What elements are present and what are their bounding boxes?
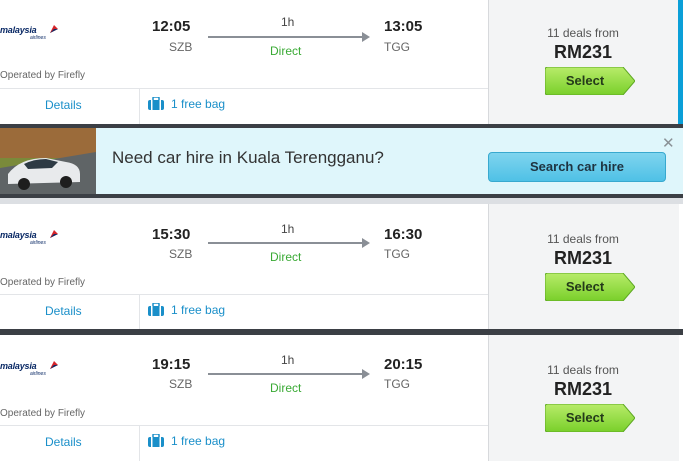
- select-label: Select: [565, 410, 605, 425]
- deals-count: 11 deals from: [547, 26, 619, 40]
- arrow-right-icon: [362, 32, 370, 42]
- baggage-info[interactable]: 1 free bag: [148, 433, 226, 448]
- departure-airport: SZB: [169, 40, 193, 54]
- divider: [139, 426, 140, 461]
- divider: [0, 88, 488, 89]
- price: RM231: [553, 248, 613, 268]
- select-button[interactable]: Select: [545, 404, 635, 432]
- arrival-time: 20:15: [384, 356, 423, 373]
- flight-duration: 1h: [281, 15, 295, 29]
- details-link[interactable]: Details: [45, 98, 82, 112]
- departure-time: 12:05: [152, 18, 191, 35]
- departure-time: 19:15: [152, 356, 191, 373]
- airline-logo: malaysia airlines: [0, 21, 66, 43]
- deals-count: 11 deals from: [547, 363, 619, 377]
- select-button[interactable]: Select: [545, 67, 635, 95]
- flight-duration: 1h: [281, 222, 295, 236]
- stops-label: Direct: [270, 44, 302, 58]
- arrival-airport: TGG: [384, 377, 410, 391]
- arrival-airport: TGG: [384, 40, 410, 54]
- flight-info: malaysia airlines 15:30 SZB 1h Direct 16…: [0, 204, 488, 329]
- select-button[interactable]: Select: [545, 273, 635, 301]
- car-hire-banner: Need car hire in Kuala Terengganu? Searc…: [0, 124, 683, 198]
- flight-info: malaysia airlines 19:15 SZB 1h Direct 20…: [0, 335, 488, 461]
- luggage-icon: [148, 302, 164, 316]
- close-icon[interactable]: ✕: [662, 134, 675, 152]
- airline-logo: malaysia airlines: [0, 357, 66, 379]
- stops-label: Direct: [270, 250, 302, 264]
- route-line: [208, 242, 364, 244]
- route-line: [208, 36, 364, 38]
- flight-info: malaysia airlines 12:05 SZB 1h Direct 13…: [0, 0, 488, 124]
- deals-count: 11 deals from: [547, 232, 619, 246]
- airline-logo: malaysia airlines: [0, 226, 66, 248]
- departure-time: 15:30: [152, 226, 191, 243]
- price: RM231: [553, 379, 613, 399]
- baggage-label: 1 free bag: [171, 303, 226, 317]
- luggage-icon: [148, 433, 164, 447]
- arrow-right-icon: [362, 369, 370, 379]
- car-hire-message: Need car hire in Kuala Terengganu?: [112, 148, 384, 167]
- baggage-label: 1 free bag: [171, 97, 226, 111]
- arrival-airport: TGG: [384, 247, 410, 261]
- details-link[interactable]: Details: [45, 304, 82, 318]
- select-label: Select: [565, 279, 605, 294]
- stops-label: Direct: [270, 381, 302, 395]
- search-car-hire-button[interactable]: Search car hire: [488, 152, 666, 182]
- select-label: Select: [565, 73, 605, 88]
- car-photo: [0, 128, 96, 194]
- departure-airport: SZB: [169, 247, 193, 261]
- details-link[interactable]: Details: [45, 435, 82, 449]
- divider: [139, 89, 140, 124]
- route-line: [208, 373, 364, 375]
- luggage-icon: [148, 96, 164, 110]
- flight-duration: 1h: [281, 353, 295, 367]
- car-hire-panel: Need car hire in Kuala Terengganu? Searc…: [0, 128, 683, 194]
- departure-airport: SZB: [169, 377, 193, 391]
- flight-card: malaysia airlines 19:15 SZB 1h Direct 20…: [0, 335, 683, 461]
- operated-by: Operated by Firefly: [0, 277, 86, 288]
- arrival-time: 16:30: [384, 226, 423, 243]
- divider: [139, 295, 140, 329]
- flight-card: malaysia airlines 15:30 SZB 1h Direct 16…: [0, 204, 683, 329]
- flight-card: malaysia airlines 12:05 SZB 1h Direct 13…: [0, 0, 683, 124]
- operated-by: Operated by Firefly: [0, 408, 86, 419]
- baggage-label: 1 free bag: [171, 434, 226, 448]
- card-accent: [678, 0, 683, 124]
- divider: [0, 425, 488, 426]
- price: RM231: [553, 42, 613, 62]
- arrival-time: 13:05: [384, 18, 423, 35]
- baggage-info[interactable]: 1 free bag: [148, 302, 226, 317]
- divider: [0, 294, 488, 295]
- baggage-info[interactable]: 1 free bag: [148, 96, 226, 111]
- operated-by: Operated by Firefly: [0, 70, 86, 81]
- arrow-right-icon: [362, 238, 370, 248]
